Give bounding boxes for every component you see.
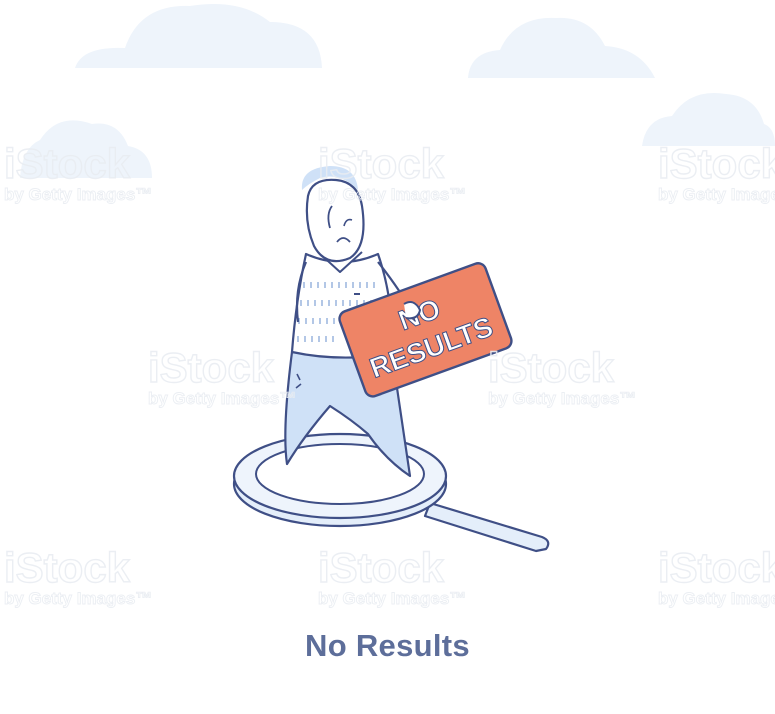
- watermark-tagline: by Getty Images™: [658, 589, 775, 608]
- watermark-tagline: by Getty Images™: [148, 389, 296, 408]
- watermark-tagline: by Getty Images™: [4, 185, 152, 204]
- cloud-icon: [642, 92, 775, 146]
- cloud-icon: [468, 17, 655, 78]
- watermark-brand: iStock: [4, 544, 131, 591]
- watermark-brand: iStock: [318, 140, 445, 187]
- watermark-tagline: by Getty Images™: [318, 185, 466, 204]
- no-results-illustration: NO RESULTS iStock by Getty Images™ iStoc…: [3, 4, 775, 608]
- watermark-brand: iStock: [148, 344, 275, 391]
- watermark-brand: iStock: [488, 344, 615, 391]
- watermark-brand: iStock: [658, 544, 775, 591]
- watermark-brand: iStock: [4, 140, 131, 187]
- empty-state-title: No Results: [305, 628, 470, 663]
- cloud-icon: [75, 4, 322, 68]
- watermark-tagline: by Getty Images™: [4, 589, 152, 608]
- watermark-tagline: by Getty Images™: [488, 389, 636, 408]
- empty-state-screen: NO RESULTS iStock by Getty Images™ iStoc…: [0, 0, 775, 714]
- watermark-brand: iStock: [318, 544, 445, 591]
- watermark-brand: iStock: [658, 140, 775, 187]
- watermark-tagline: by Getty Images™: [318, 589, 466, 608]
- watermark-tagline: by Getty Images™: [658, 185, 775, 204]
